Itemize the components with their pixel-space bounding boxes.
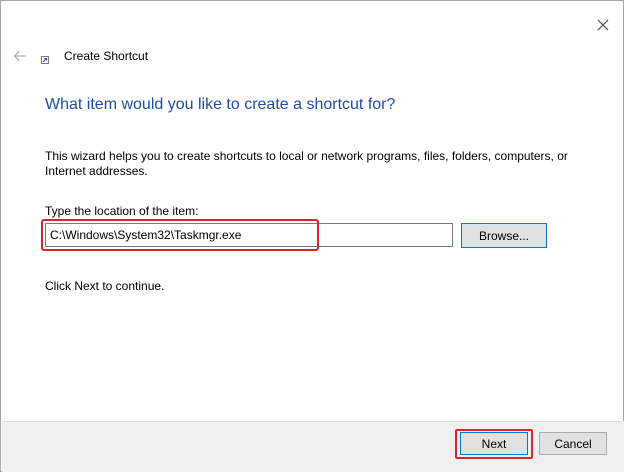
cancel-button[interactable]: Cancel: [539, 432, 607, 455]
back-arrow-icon: [13, 51, 26, 61]
location-input[interactable]: [45, 223, 453, 247]
back-button[interactable]: [9, 45, 31, 67]
location-label: Type the location of the item:: [45, 204, 199, 218]
close-button[interactable]: [589, 11, 617, 39]
wizard-description: This wizard helps you to create shortcut…: [45, 149, 568, 178]
browse-button[interactable]: Browse...: [461, 223, 547, 248]
shortcut-icon: [41, 56, 49, 64]
continue-instruction: Click Next to continue.: [45, 279, 165, 293]
dialog-footer: [2, 421, 624, 472]
close-icon: [597, 19, 609, 31]
dialog-title: Create Shortcut: [64, 49, 149, 63]
create-shortcut-dialog: Create Shortcut What item would you like…: [0, 0, 624, 472]
page-heading: What item would you like to create a sho…: [45, 96, 396, 113]
next-button[interactable]: Next: [460, 432, 528, 455]
